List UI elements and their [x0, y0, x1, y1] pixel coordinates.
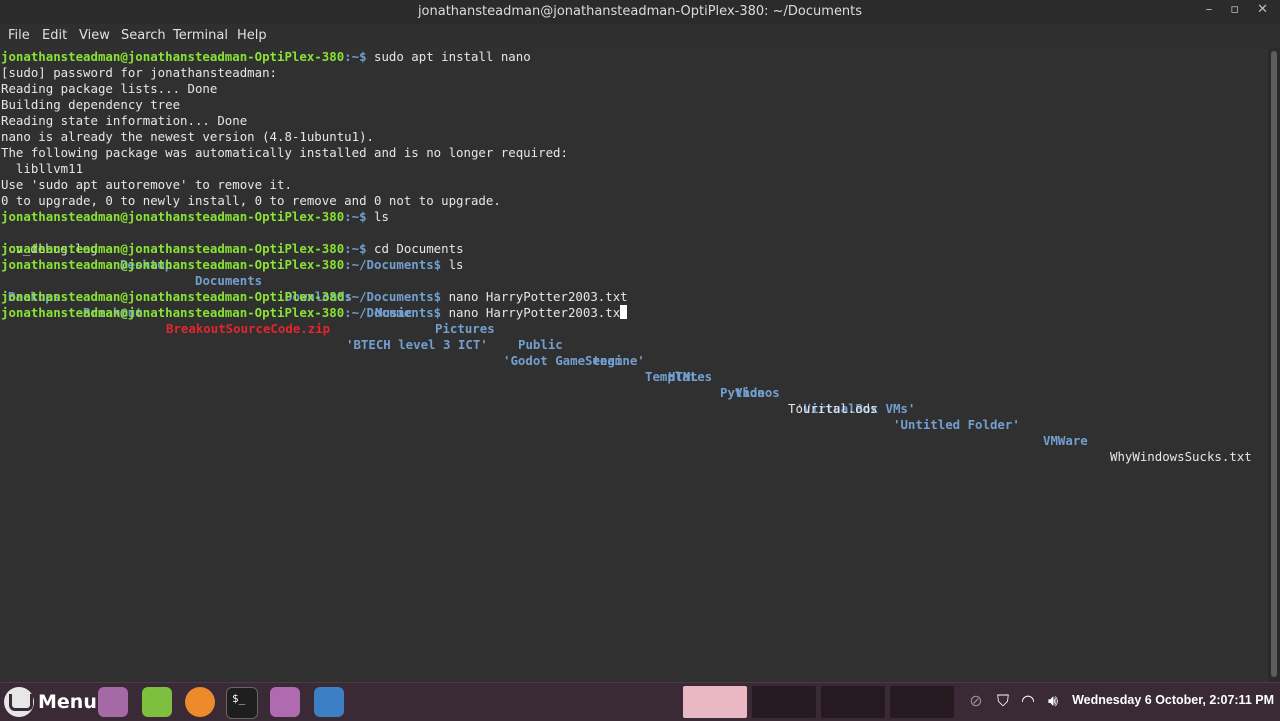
command: ls — [366, 209, 389, 224]
terminal-line: The following package was automatically … — [1, 145, 568, 160]
taskbar-window[interactable] — [821, 686, 885, 718]
list-item: WhyWindowsSucks.txt — [1110, 449, 1252, 464]
firefox-icon[interactable] — [185, 687, 215, 717]
linux-mint-logo-icon — [4, 687, 34, 717]
documents-listing: Backups Breakout BreakoutSourceCode.zip … — [8, 273, 1252, 464]
clock[interactable]: Wednesday 6 October, 2:07:11 PM — [1072, 693, 1274, 707]
prompt-path: :~$ — [344, 209, 367, 224]
list-item: 'BTECH level 3 ICT' — [346, 337, 488, 352]
menu-label: Menu — [38, 691, 97, 713]
prompt-user: jonathansteadman@jonathansteadman-OptiPl… — [1, 241, 345, 256]
command: ls — [441, 257, 464, 272]
prompt-path: :~/Documents$ — [344, 289, 442, 304]
terminal-window[interactable]: jonathansteadman@jonathansteadman-OptiPl… — [0, 0, 1280, 682]
taskbar: Menu $_ ⊘ ⛉ ◠ 🔊︎ Wednesday 6 October, 2:… — [0, 682, 1280, 721]
terminal-line: jonathansteadman@jonathansteadman-OptiPl… — [1, 305, 628, 321]
command: cd Documents — [366, 241, 464, 256]
list-item: Python — [720, 385, 765, 400]
terminal-output[interactable]: jonathansteadman@jonathansteadman-OptiPl… — [0, 48, 1268, 682]
menu-help[interactable]: Help — [237, 28, 267, 43]
terminal-line: [sudo] password for jonathansteadman: — [1, 65, 278, 80]
prompt-user: jonathansteadman@jonathansteadman-OptiPl… — [1, 305, 345, 320]
taskbar-window-terminal[interactable] — [683, 686, 747, 718]
list-item: Pictures — [435, 321, 495, 336]
terminal-icon[interactable]: $_ — [226, 687, 258, 719]
prompt-user: jonathansteadman@jonathansteadman-OptiPl… — [1, 257, 345, 272]
list-item: Tourital.ods — [788, 401, 878, 416]
taskbar-window[interactable] — [752, 686, 816, 718]
list-item: BreakoutSourceCode.zip — [166, 321, 331, 336]
terminal-line: Use 'sudo apt autoremove' to remove it. — [1, 177, 292, 192]
show-desktop-icon[interactable] — [98, 687, 128, 717]
screenshot-icon[interactable] — [314, 687, 344, 717]
terminal-line: jonathansteadman@jonathansteadman-OptiPl… — [1, 289, 628, 305]
terminal-line: Building dependency tree — [1, 97, 181, 112]
prompt-path: :~/Documents$ — [344, 305, 442, 320]
command: sudo apt install nano — [366, 49, 531, 64]
list-item: 'Untitled Folder' — [893, 417, 1020, 432]
text-cursor — [620, 305, 628, 319]
list-item: 'Godot Game engine' — [503, 353, 645, 368]
list-item: HTML — [668, 369, 698, 384]
window-title: jonathansteadman@jonathansteadman-OptiPl… — [417, 4, 863, 19]
terminal-line: jonathansteadman@jonathansteadman-OptiPl… — [1, 209, 389, 225]
terminal-line: jonathansteadman@jonathansteadman-OptiPl… — [1, 257, 464, 273]
list-item: VMWare — [1043, 433, 1088, 448]
volume-icon[interactable]: 🔊︎ — [1043, 691, 1063, 711]
terminal-line: libllvm11 — [1, 161, 84, 176]
mint-update-icon[interactable] — [142, 687, 172, 717]
prompt-path: :~$ — [344, 49, 367, 64]
prompt-user: jonathansteadman@jonathansteadman-OptiPl… — [1, 49, 345, 64]
prompt-user: jonathansteadman@jonathansteadman-OptiPl… — [1, 289, 345, 304]
start-menu-button[interactable]: Menu — [4, 687, 97, 717]
title-bar[interactable]: jonathansteadman@jonathansteadman-OptiPl… — [0, 0, 1280, 24]
terminal-line: jonathansteadman@jonathansteadman-OptiPl… — [1, 49, 531, 65]
files-icon[interactable] — [270, 687, 300, 717]
list-item: Public — [518, 337, 563, 352]
terminal-line: jonathansteadman@jonathansteadman-OptiPl… — [1, 241, 464, 257]
scrollbar-thumb[interactable] — [1271, 51, 1277, 677]
blocked-icon[interactable]: ⊘ — [966, 691, 986, 711]
menu-view[interactable]: View — [79, 28, 110, 43]
terminal-line: Reading package lists... Done — [1, 81, 218, 96]
minimize-icon[interactable]: – — [1206, 2, 1213, 17]
shield-icon[interactable]: ⛉ — [993, 691, 1013, 711]
command-input[interactable]: nano HarryPotter2003.tx — [441, 305, 621, 320]
close-icon[interactable]: ✕ — [1257, 2, 1268, 17]
list-item: Documents — [195, 273, 263, 288]
menu-edit[interactable]: Edit — [42, 28, 67, 43]
wifi-icon[interactable]: ◠ — [1018, 691, 1038, 711]
terminal-scrollbar[interactable] — [1268, 48, 1280, 682]
prompt-user: jonathansteadman@jonathansteadman-OptiPl… — [1, 209, 345, 224]
menu-search[interactable]: Search — [121, 28, 166, 43]
prompt-path: :~$ — [344, 241, 367, 256]
taskbar-window[interactable] — [890, 686, 954, 718]
maximize-icon[interactable]: ▫ — [1230, 2, 1239, 17]
terminal-line: 0 to upgrade, 0 to newly install, 0 to r… — [1, 193, 501, 208]
menu-terminal[interactable]: Terminal — [173, 28, 228, 43]
menu-bar: File Edit View Search Terminal Help — [0, 24, 1280, 48]
terminal-line: nano is already the newest version (4.8-… — [1, 129, 374, 144]
menu-file[interactable]: File — [8, 28, 30, 43]
home-listing: cv_debug.log Desktop Documents Downloads… — [8, 225, 915, 416]
command: nano HarryPotter2003.txt — [441, 289, 628, 304]
prompt-path: :~/Documents$ — [344, 257, 442, 272]
terminal-line: Reading state information... Done — [1, 113, 248, 128]
